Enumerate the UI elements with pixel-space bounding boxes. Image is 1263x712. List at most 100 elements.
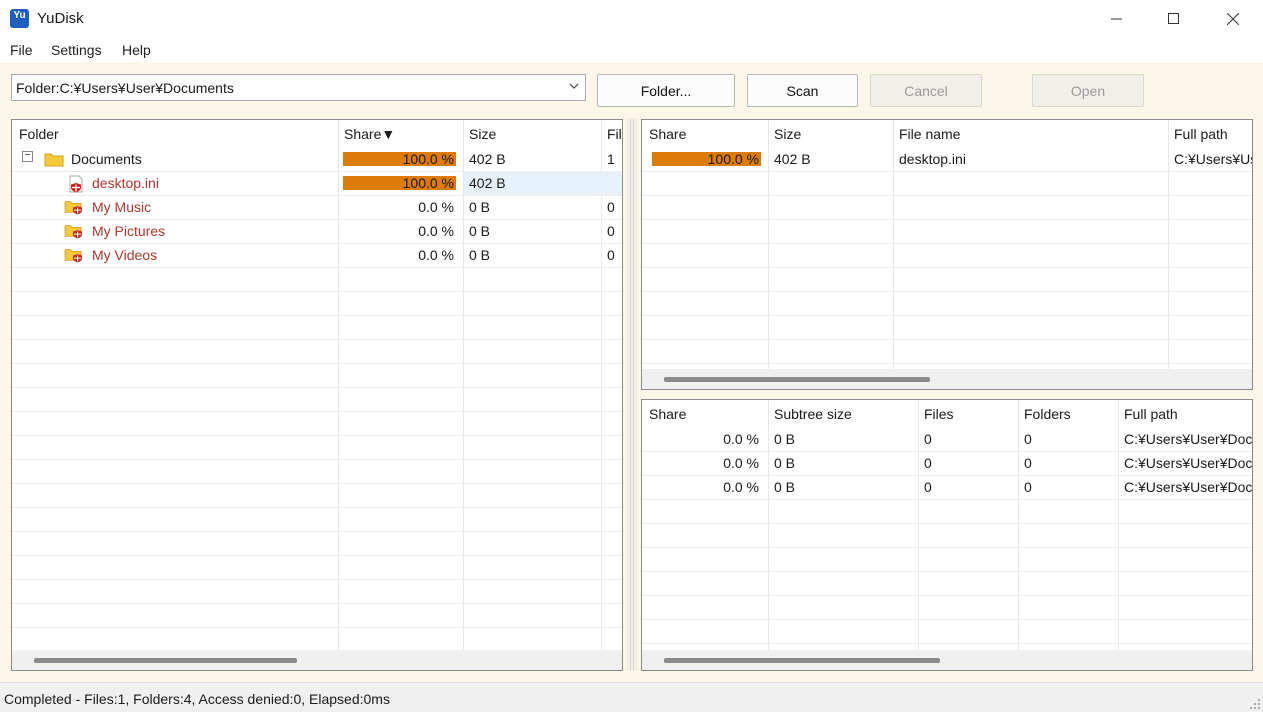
- row-gridline: [12, 603, 622, 604]
- files-col-path[interactable]: Full path: [1174, 126, 1228, 142]
- folders-col-path[interactable]: Full path: [1124, 406, 1178, 422]
- tree-col-size[interactable]: Size: [469, 126, 496, 142]
- tree-header: Folder Share▼ Size Fil: [12, 120, 622, 147]
- files-col-share[interactable]: Share: [649, 126, 686, 142]
- folders-col-files[interactable]: Files: [924, 406, 954, 422]
- column-divider: [768, 120, 769, 370]
- row-gridline: [642, 547, 1252, 548]
- horizontal-scrollbar[interactable]: [642, 369, 1252, 389]
- file-row-size: 402 B: [774, 151, 811, 167]
- row-gridline: [12, 579, 622, 580]
- folder-icon: [44, 153, 64, 167]
- window-title: YuDisk: [37, 10, 84, 27]
- column-divider: [601, 120, 602, 650]
- file-row-share: 100.0 %: [707, 151, 759, 167]
- row-gridline: [642, 619, 1252, 620]
- tree-col-share[interactable]: Share▼: [344, 126, 395, 142]
- column-divider: [1018, 400, 1019, 650]
- folder-button[interactable]: Folder...: [597, 74, 735, 107]
- folders-col-folders[interactable]: Folders: [1024, 406, 1071, 422]
- minimize-button[interactable]: [1088, 0, 1146, 38]
- folder-path-value: Folder:C:¥Users¥User¥Documents: [16, 80, 234, 96]
- folder-row-path: C:¥Users¥User¥Doc: [1124, 455, 1253, 471]
- close-button[interactable]: [1204, 0, 1262, 38]
- folder-row-path: C:¥Users¥User¥Doc: [1124, 431, 1253, 447]
- horizontal-scrollbar[interactable]: [642, 650, 1252, 670]
- row-gridline: [642, 643, 1252, 644]
- scrollbar-thumb[interactable]: [664, 377, 930, 382]
- row-gridline: [642, 243, 1252, 244]
- tree-col-files[interactable]: Fil: [607, 126, 622, 142]
- row-gridline: [642, 339, 1252, 340]
- vertical-splitter[interactable]: [626, 118, 638, 671]
- folder-row-share: 0.0 %: [723, 431, 759, 447]
- folder-row-files: 0: [924, 431, 932, 447]
- row-gridline: [12, 315, 622, 316]
- file-row-path: C:¥Users¥Us: [1174, 151, 1253, 167]
- tree-row-name: desktop.ini: [92, 175, 159, 191]
- row-gridline: [12, 531, 622, 532]
- horizontal-scrollbar[interactable]: [12, 650, 622, 670]
- menu-bar: File Settings Help: [0, 38, 1263, 62]
- status-bar: Completed - Files:1, Folders:4, Access d…: [0, 682, 1263, 712]
- row-gridline: [12, 627, 622, 628]
- folder-path-combo[interactable]: Folder:C:¥Users¥User¥Documents: [11, 74, 586, 101]
- collapse-toggle-icon[interactable]: −: [22, 151, 33, 162]
- tree-row-size: 0 B: [469, 199, 491, 215]
- row-gridline: [12, 459, 622, 460]
- tree-row-name: My Videos: [92, 247, 158, 263]
- folder-row-size: 0 B: [774, 479, 796, 495]
- folder-row-files: 0: [924, 455, 932, 471]
- splitter-grip[interactable]: [630, 118, 634, 671]
- folder-row-path: C:¥Users¥User¥Doc: [1124, 479, 1253, 495]
- resize-grip-icon[interactable]: [1250, 699, 1260, 709]
- file-denied-icon: [69, 175, 83, 193]
- menu-settings[interactable]: Settings: [51, 42, 102, 58]
- tree-row-share: 100.0 %: [402, 175, 454, 191]
- tree-row-name: My Music: [92, 199, 152, 215]
- row-gridline: [642, 315, 1252, 316]
- folders-col-share[interactable]: Share: [649, 406, 686, 422]
- row-gridline: [642, 595, 1252, 596]
- open-button[interactable]: Open: [1032, 74, 1144, 107]
- title-bar: Yu YuDisk: [0, 0, 1263, 38]
- scan-button[interactable]: Scan: [747, 74, 858, 107]
- row-gridline: [642, 499, 1252, 500]
- close-icon: [1227, 13, 1239, 25]
- tree-row-files: 0: [607, 223, 615, 239]
- row-gridline: [642, 291, 1252, 292]
- row-gridline: [12, 339, 622, 340]
- column-divider: [1118, 400, 1119, 650]
- cancel-button[interactable]: Cancel: [870, 74, 982, 107]
- tree-row-size: 0 B: [469, 223, 491, 239]
- row-gridline: [642, 267, 1252, 268]
- menu-file[interactable]: File: [10, 42, 33, 58]
- row-gridline: [12, 267, 622, 268]
- folder-row-size: 0 B: [774, 431, 796, 447]
- files-col-size[interactable]: Size: [774, 126, 801, 142]
- chevron-down-icon[interactable]: [569, 83, 579, 91]
- column-divider: [768, 400, 769, 650]
- scrollbar-thumb[interactable]: [34, 658, 297, 663]
- folder-denied-icon: [64, 225, 82, 239]
- tree-col-folder[interactable]: Folder: [19, 126, 59, 142]
- tree-row-share: 0.0 %: [418, 199, 454, 215]
- row-gridline: [12, 483, 622, 484]
- folder-row-share: 0.0 %: [723, 479, 759, 495]
- tree-row-size: 402 B: [469, 175, 506, 191]
- app-icon: Yu: [10, 9, 29, 28]
- files-pane[interactable]: Share Size File name Full path 100.0 % 4…: [641, 119, 1253, 390]
- maximize-button[interactable]: [1145, 0, 1203, 38]
- files-header: Share Size File name Full path: [642, 120, 1252, 147]
- folders-header: Share Subtree size Files Folders Full pa…: [642, 400, 1252, 427]
- column-divider: [463, 120, 464, 650]
- scrollbar-thumb[interactable]: [664, 658, 940, 663]
- folders-col-subtree-size[interactable]: Subtree size: [774, 406, 852, 422]
- folder-tree-pane[interactable]: Folder Share▼ Size Fil − Documents 100.0…: [11, 119, 623, 671]
- folders-pane[interactable]: Share Subtree size Files Folders Full pa…: [641, 399, 1253, 671]
- folder-row-folders: 0: [1024, 455, 1032, 471]
- row-gridline: [642, 451, 1252, 452]
- files-col-name[interactable]: File name: [899, 126, 960, 142]
- menu-help[interactable]: Help: [122, 42, 151, 58]
- tree-row-name: My Pictures: [92, 223, 166, 239]
